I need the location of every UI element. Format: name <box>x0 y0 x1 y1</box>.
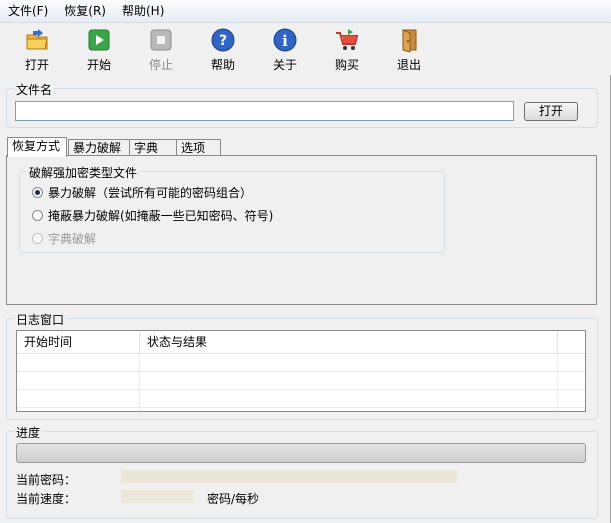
file-name-group: 文件名 打开 <box>6 81 598 128</box>
menu-file[interactable]: 文件(F) <box>0 1 56 21</box>
stop-button[interactable]: 停止 <box>132 27 190 73</box>
svg-text:?: ? <box>219 33 227 49</box>
column-divider <box>139 353 140 411</box>
tab-dictionary[interactable]: 字典 <box>129 139 177 156</box>
radio-button-selected[interactable] <box>32 187 43 198</box>
table-row <box>17 372 585 390</box>
recovery-mode-panel: 破解强加密类型文件 暴力破解（尝试所有可能的密码组合） 掩蔽暴力破解(如掩蔽一些… <box>6 155 597 305</box>
current-password-label: 当前密码： <box>16 473 77 487</box>
column-filler <box>558 331 585 353</box>
browse-open-button[interactable]: 打开 <box>524 102 578 121</box>
radio-mask-brute-force-label: 掩蔽暴力破解(如掩蔽一些已知密码、符号) <box>48 209 274 223</box>
current-password-value <box>121 470 457 483</box>
play-icon <box>88 29 110 51</box>
radio-brute-force[interactable]: 暴力破解（尝试所有可能的密码组合） <box>32 184 252 201</box>
log-table-header: 开始时间 状态与结果 <box>17 331 585 354</box>
radio-dictionary: 字典破解 <box>32 230 96 247</box>
svg-text:i: i <box>282 32 288 50</box>
table-row <box>17 354 585 372</box>
open-label: 打开 <box>24 58 49 72</box>
help-icon: ? <box>211 28 235 52</box>
stop-label: 停止 <box>148 58 173 72</box>
buy-label: 购买 <box>334 58 359 72</box>
shopping-cart-icon <box>336 29 359 50</box>
tab-options[interactable]: 选项 <box>176 139 221 156</box>
help-button[interactable]: ? 帮助 <box>194 27 252 73</box>
main-window: 文件(F) 恢复(R) 帮助(H) 打开 开始 停止 ? 帮助 i 关于 购买 … <box>0 0 611 523</box>
current-speed-label: 当前速度： <box>16 492 77 506</box>
radio-button-disabled <box>32 233 43 244</box>
about-button[interactable]: i 关于 <box>256 27 314 73</box>
attack-type-group: 破解强加密类型文件 暴力破解（尝试所有可能的密码组合） 掩蔽暴力破解(如掩蔽一些… <box>19 164 445 253</box>
exit-door-icon <box>402 29 417 53</box>
tab-brute-force[interactable]: 暴力破解 <box>68 139 130 156</box>
toolbar: 打开 开始 停止 ? 帮助 i 关于 购买 退出 <box>0 23 611 75</box>
radio-brute-force-label: 暴力破解（尝试所有可能的密码组合） <box>48 186 253 200</box>
column-divider <box>557 353 558 411</box>
menu-recover[interactable]: 恢复(R) <box>56 1 114 21</box>
exit-button[interactable]: 退出 <box>380 27 438 73</box>
file-name-title: 文件名 <box>14 81 55 98</box>
open-button[interactable]: 打开 <box>8 27 66 73</box>
menu-bar: 文件(F) 恢复(R) 帮助(H) <box>0 0 611 23</box>
progress-bar <box>16 443 586 463</box>
column-status-result[interactable]: 状态与结果 <box>140 331 558 353</box>
radio-dictionary-label: 字典破解 <box>48 232 97 246</box>
help-label: 帮助 <box>210 58 235 72</box>
current-speed-value <box>121 490 193 503</box>
menu-help[interactable]: 帮助(H) <box>114 1 172 21</box>
radio-button[interactable] <box>32 210 43 221</box>
start-button[interactable]: 开始 <box>70 27 128 73</box>
open-folder-icon <box>26 29 48 50</box>
log-window-title: 日志窗口 <box>14 311 67 328</box>
exit-label: 退出 <box>396 58 421 72</box>
tab-recovery-mode[interactable]: 恢复方式 <box>7 137 67 157</box>
about-label: 关于 <box>272 58 297 72</box>
progress-title: 进度 <box>14 424 43 441</box>
speed-unit-label: 密码/每秒 <box>207 492 260 506</box>
start-label: 开始 <box>86 58 111 72</box>
table-row <box>17 390 585 408</box>
column-start-time[interactable]: 开始时间 <box>17 331 140 353</box>
info-icon: i <box>273 28 297 52</box>
radio-mask-brute-force[interactable]: 掩蔽暴力破解(如掩蔽一些已知密码、符号) <box>32 207 273 224</box>
log-table[interactable]: 开始时间 状态与结果 <box>16 330 586 412</box>
file-path-input[interactable] <box>15 101 514 121</box>
buy-button[interactable]: 购买 <box>318 27 376 73</box>
stop-icon <box>150 29 172 51</box>
attack-type-title: 破解强加密类型文件 <box>27 164 140 181</box>
